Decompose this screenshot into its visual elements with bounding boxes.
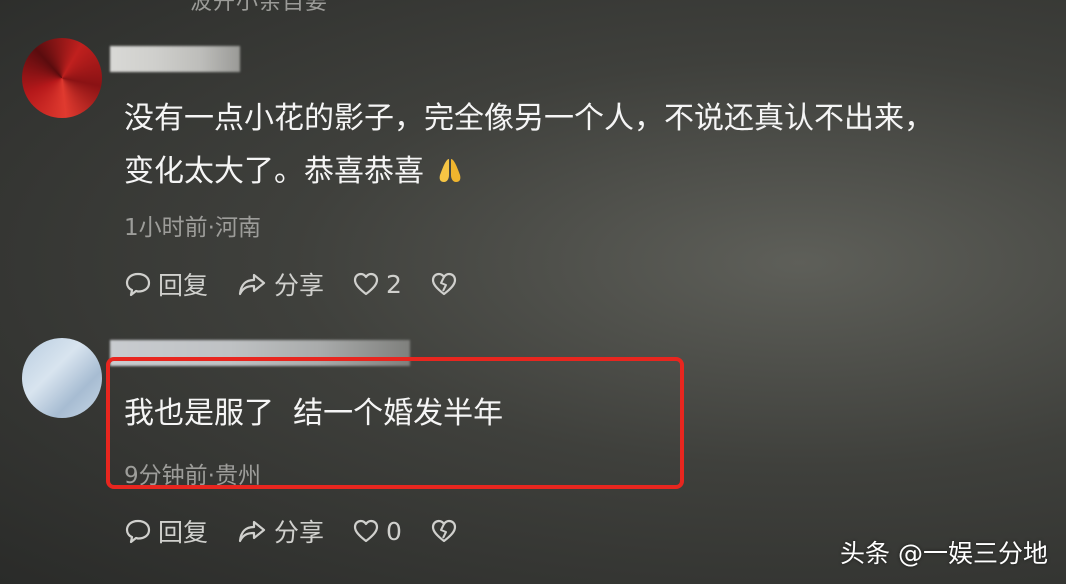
share-icon [238,520,266,543]
like-count: 2 [386,269,402,299]
heart-icon [353,519,379,543]
share-icon [238,273,266,296]
truncated-previous-text: 波开小亲自要 [190,0,329,15]
dislike-button[interactable] [430,518,464,544]
reply-label: 回复 [158,518,209,547]
comment-text-line1: 没有一点小花的影子，完全像另一个人，不说还真认不出来， [124,101,934,136]
like-button[interactable]: 2 [352,270,402,299]
share-label: 分享 [274,518,325,547]
comment-text-line2: 变化太大了。恭喜恭喜 [124,154,424,189]
reply-button[interactable]: 回复 [124,513,208,549]
share-button[interactable]: 分享 [236,266,324,302]
share-button[interactable]: 分享 [236,513,324,549]
comment-actions: 回复 分享 0 [124,513,492,549]
broken-heart-icon [431,519,457,543]
like-button[interactable]: 0 [352,517,402,546]
highlight-box [106,357,684,489]
share-label: 分享 [274,271,325,300]
pray-hands-emoji [439,159,460,182]
reply-button[interactable]: 回复 [124,266,208,302]
comment-icon [125,272,151,297]
comment-meta: 1小时前·河南 [124,215,261,241]
avatar[interactable] [22,38,102,118]
username-blurred[interactable] [110,46,240,72]
comment-text: 没有一点小花的影子，完全像另一个人，不说还真认不出来， 变化太大了。恭喜恭喜 [124,92,934,198]
broken-heart-icon [431,272,457,296]
comment-actions: 回复 分享 2 [124,266,492,302]
comment-icon [125,519,151,544]
watermark: 头条 @一娱三分地 [840,539,1048,568]
dislike-button[interactable] [430,271,464,297]
heart-icon [353,272,379,296]
reply-label: 回复 [158,271,209,300]
avatar[interactable] [22,338,102,418]
like-count: 0 [386,516,402,546]
